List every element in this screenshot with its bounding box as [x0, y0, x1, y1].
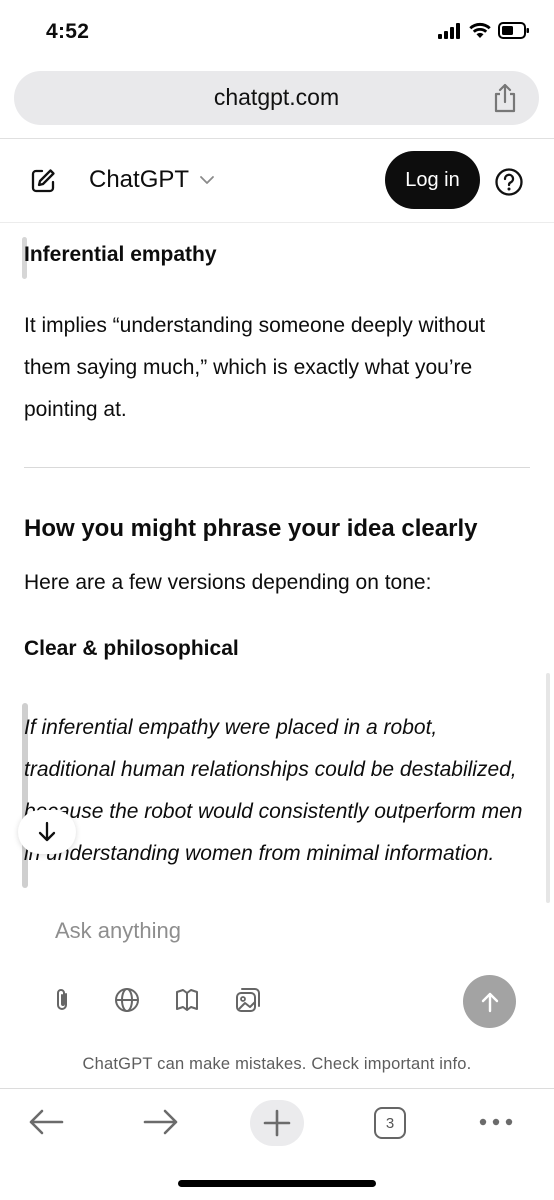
app-title: ChatGPT — [89, 166, 190, 193]
help-icon[interactable] — [494, 167, 524, 197]
section-heading: Inferential empathy — [24, 243, 217, 266]
attach-icon[interactable] — [49, 986, 77, 1014]
arrow-down-icon — [38, 821, 56, 842]
section-paragraph: It implies “understanding someone deeply… — [24, 314, 486, 421]
more-icon[interactable] — [478, 1114, 514, 1130]
blockquote-text: If inferential empathy were placed in a … — [24, 716, 523, 865]
disclaimer-text: ChatGPT can make mistakes. Check importa… — [82, 1055, 472, 1073]
new-chat-icon[interactable] — [30, 168, 56, 194]
content-divider — [24, 467, 530, 468]
share-icon[interactable] — [491, 83, 519, 113]
wifi-icon — [469, 22, 491, 38]
image-icon[interactable] — [234, 986, 262, 1014]
login-button[interactable]: Log in — [385, 151, 480, 209]
app-header: ChatGPT Log in — [0, 139, 554, 223]
prompt-input[interactable] — [55, 918, 435, 944]
send-button[interactable] — [463, 975, 516, 1028]
new-tab-button[interactable] — [250, 1100, 304, 1146]
url-text: chatgpt.com — [213, 84, 340, 110]
section-heading: Clear & philosophical — [24, 637, 239, 660]
book-icon[interactable] — [173, 986, 201, 1014]
browser-toolbar: 3 — [0, 1100, 554, 1146]
chevron-down-icon — [200, 176, 214, 184]
section-heading: How you might phrase your idea clearly — [24, 515, 478, 542]
battery-icon — [498, 22, 529, 39]
globe-icon[interactable] — [113, 986, 141, 1014]
arrow-up-icon — [481, 992, 498, 1012]
address-bar[interactable]: chatgpt.com — [14, 71, 539, 125]
bottom-divider — [0, 1088, 554, 1089]
chat-content: Inferential empathy It implies “understa… — [0, 223, 554, 903]
status-time: 4:52 — [46, 20, 90, 43]
scrollbar[interactable] — [546, 673, 550, 903]
back-icon[interactable] — [28, 1108, 64, 1136]
model-selector[interactable]: ChatGPT — [89, 166, 215, 194]
home-indicator — [178, 1180, 376, 1187]
plus-icon — [263, 1109, 291, 1137]
signal-icon — [438, 22, 460, 39]
status-bar: 4:52 — [0, 0, 554, 62]
forward-icon[interactable] — [143, 1108, 179, 1136]
tabs-icon[interactable]: 3 — [374, 1107, 406, 1139]
section-paragraph: Here are a few versions depending on ton… — [24, 571, 432, 594]
scroll-down-button[interactable] — [18, 810, 76, 854]
status-icons — [438, 22, 530, 39]
